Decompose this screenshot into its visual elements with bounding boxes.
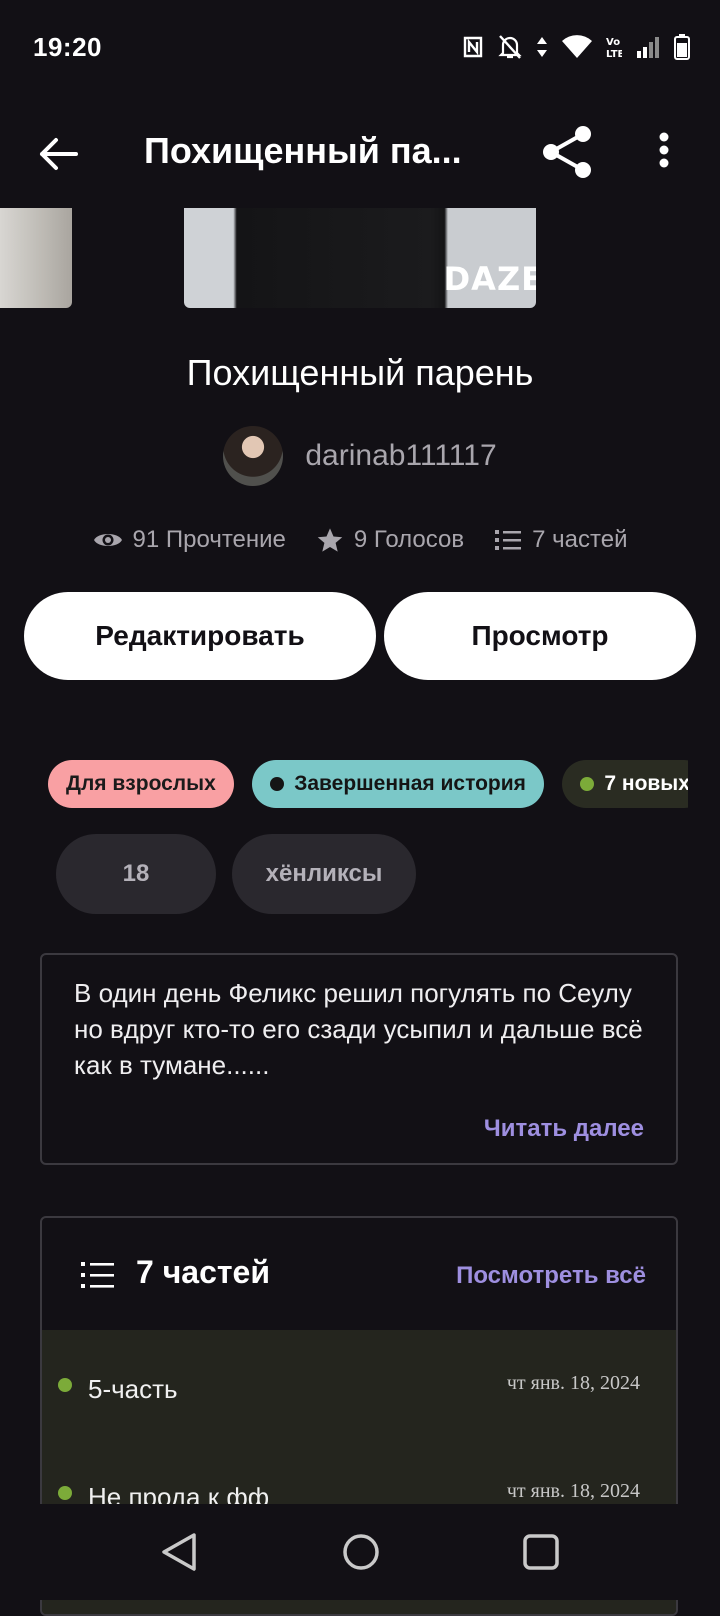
parts-title: 7 частей [136,1254,270,1290]
list-icon [81,1262,114,1288]
nav-recents-icon[interactable] [522,1532,560,1572]
list-icon [495,530,522,550]
data-arrows-icon [537,37,547,57]
more-vert-icon[interactable] [658,132,670,168]
parts-header: 7 частей Посмотреть всё [42,1218,676,1330]
parts-count: 7 частей [532,526,628,553]
mature-tag: Для взрослых [48,760,234,808]
bell-off-icon [498,35,522,59]
cover-brand-text: DAZE [443,260,536,298]
svg-text:Vo: Vo [606,37,620,48]
story-title: Похищенный парень [186,352,534,393]
app-bar: Похищенный па... [0,96,720,208]
edit-button[interactable]: Редактировать [24,592,376,680]
reads-stat: 91 Прочтение [93,526,286,554]
new-dot-icon [580,777,595,791]
parts-stat: 7 частей [494,526,627,554]
battery-icon [674,34,690,60]
tag-chip[interactable]: хёнликсы [232,834,416,914]
author-name[interactable]: darinab111117 [305,439,496,473]
part-date: чт янв. 18, 2024 [506,1480,640,1502]
list-item[interactable]: 5-часть чт янв. 18, 2024 [42,1330,676,1438]
complete-tag: Завершенная история [252,760,544,808]
nav-home-icon[interactable] [342,1532,380,1572]
votes-stat: 9 Голосов [316,526,464,554]
svg-text:LTE: LTE [606,49,622,59]
star-icon [317,528,343,552]
app-bar-title: Похищенный па... [144,130,462,171]
new-parts-tag-label: 7 новых [604,772,688,795]
tag-chip[interactable]: 18 [56,834,216,914]
volte-icon: VoLTE [606,37,622,59]
new-dot-icon [58,1378,72,1392]
eye-icon [93,534,122,546]
status-icons: Vo LTE [462,34,690,60]
see-all-link[interactable]: Посмотреть всё [456,1262,646,1290]
part-date: чт янв. 18, 2024 [506,1372,640,1394]
complete-dot-icon [270,777,285,791]
cover-image-previous[interactable] [0,208,72,308]
status-time: 19:20 [33,32,102,62]
description-text: В один день Феликс решил погулять по Сеу… [74,978,643,1080]
complete-tag-label: Завершенная история [294,772,526,795]
new-parts-tag: 7 новых [562,760,688,808]
back-arrow-icon[interactable] [36,132,80,176]
view-button[interactable]: Просмотр [384,592,696,680]
status-tags-row[interactable]: Для взрослых Завершенная история 7 новых [48,760,688,810]
author-row[interactable]: darinab111117 [0,426,720,486]
mature-tag-label: Для взрослых [66,772,216,795]
stats-row: 91 Прочтение 9 Голосов 7 частей [0,526,720,554]
wifi-icon [562,35,592,58]
avatar[interactable] [223,426,284,486]
share-icon[interactable] [540,124,594,180]
signal-icon [637,37,659,58]
status-bar: 19:20 Vo LTE [0,0,720,96]
cover-image-current[interactable]: DAZE [184,208,536,308]
description-box: В один день Феликс решил погулять по Сеу… [40,953,678,1165]
votes-count: 9 Голосов [353,526,465,553]
part-title: 5-часть [88,1374,178,1404]
nav-back-icon[interactable] [160,1532,198,1572]
system-nav-bar [0,1504,720,1600]
read-more-link[interactable]: Читать далее [484,1115,644,1143]
nfc-icon [463,36,483,58]
tag-chips-row: 18 хёнликсы [56,834,416,914]
new-dot-icon [58,1486,72,1500]
reads-count: 91 Прочтение [132,526,286,553]
cover-carousel[interactable]: DAZE [0,208,720,312]
